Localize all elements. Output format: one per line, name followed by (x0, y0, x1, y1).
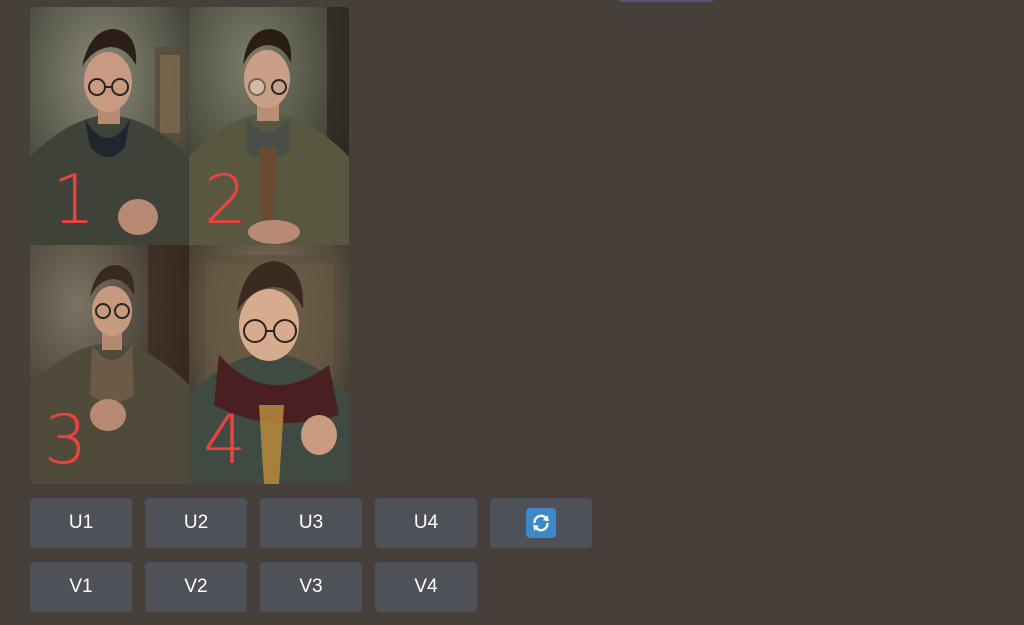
image-grid[interactable]: 1 2 3 4 (30, 7, 349, 484)
variation-2-button[interactable]: V2 (145, 562, 247, 612)
tile-number-4: 4 (203, 401, 247, 480)
upscale-4-button[interactable]: U4 (375, 498, 477, 548)
variation-1-button[interactable]: V1 (30, 562, 132, 612)
image-tile-1[interactable]: 1 (30, 7, 189, 245)
upscale-3-button[interactable]: U3 (260, 498, 362, 548)
refresh-icon (526, 508, 556, 538)
image-tile-4[interactable]: 4 (189, 245, 349, 484)
variation-3-button[interactable]: V3 (260, 562, 362, 612)
top-clipped-element (617, 0, 715, 2)
tile-number-1: 1 (52, 161, 96, 240)
tile-number-2: 2 (204, 161, 248, 240)
reroll-button[interactable] (490, 498, 592, 548)
upscale-1-button[interactable]: U1 (30, 498, 132, 548)
variation-4-button[interactable]: V4 (375, 562, 477, 612)
tile-number-3: 3 (44, 401, 88, 480)
image-tile-3[interactable]: 3 (30, 245, 189, 484)
upscale-2-button[interactable]: U2 (145, 498, 247, 548)
image-tile-2[interactable]: 2 (189, 7, 349, 245)
